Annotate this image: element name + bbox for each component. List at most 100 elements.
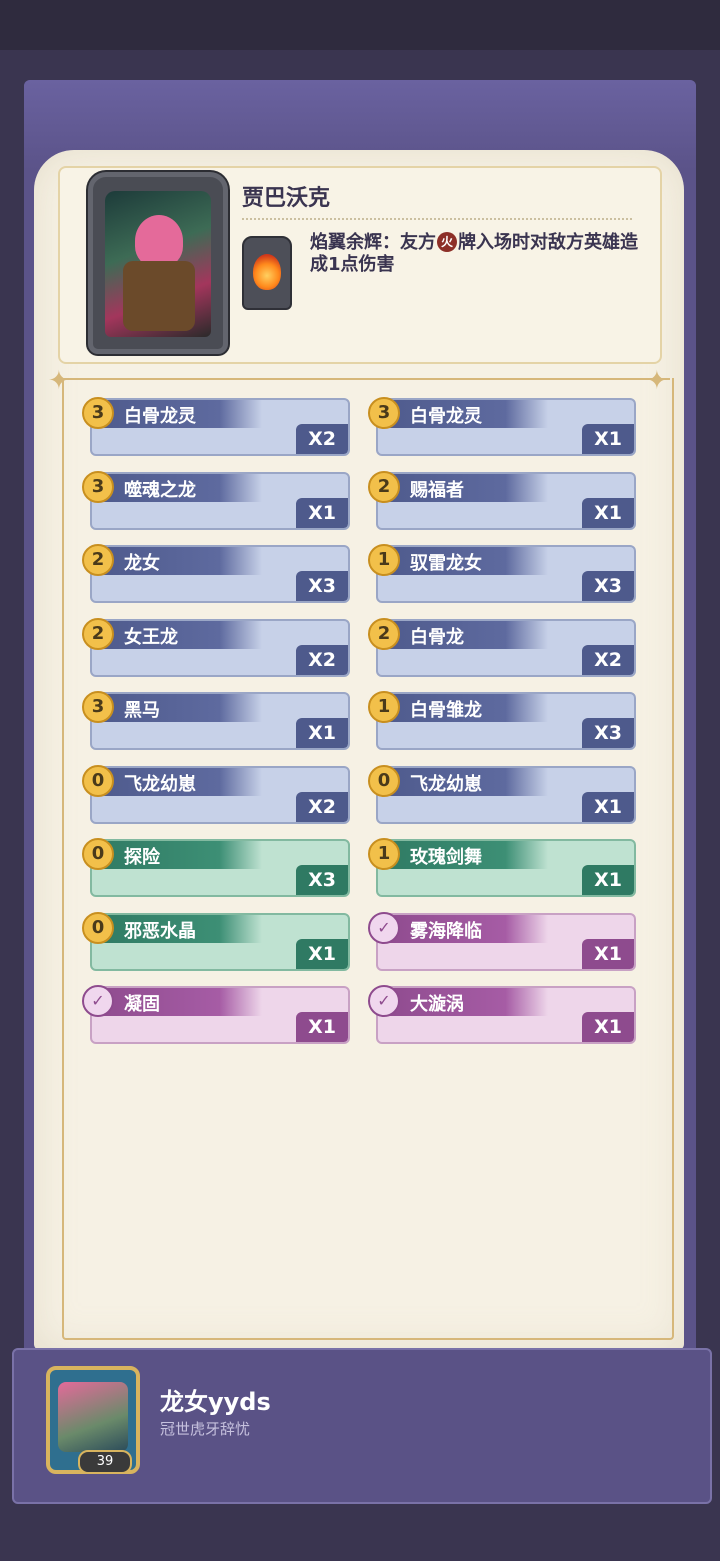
card-quantity: X2 [296,424,348,454]
card-name: 噬魂之龙 [124,480,196,501]
card-cost: 1 [368,691,400,723]
card-art [192,547,312,601]
card-quantity: X1 [296,718,348,748]
hero-portrait[interactable] [88,172,228,354]
card-art [192,400,312,454]
deck-card[interactable]: 玫瑰剑舞 X1 [376,839,636,897]
card-cost: 0 [82,912,114,944]
card-quantity: X1 [296,939,348,969]
card-art [478,621,598,675]
card-name: 白骨龙灵 [410,406,482,427]
card-cost: 3 [82,471,114,503]
deck-card[interactable]: 邪恶水晶 X1 [90,913,350,971]
card-quantity: X1 [296,1012,348,1042]
deck-card[interactable]: 噬魂之龙 X1 [90,472,350,530]
star-icon: ✦ [48,366,70,396]
card-art [192,474,312,528]
card-cost: 0 [82,765,114,797]
level-badge: 39 [78,1450,132,1474]
card-cost: 0 [82,838,114,870]
deck-card[interactable]: 飞龙幼崽 X2 [90,766,350,824]
card-art [478,988,598,1042]
card-name: 龙女 [124,553,160,574]
card-name: 玫瑰剑舞 [410,847,482,868]
spell-cost-icon: ✓ [82,985,114,1017]
card-name: 飞龙幼崽 [124,774,196,795]
card-name: 赐福者 [410,480,464,501]
hero-portrait-art [105,191,211,337]
card-cost: 2 [82,618,114,650]
card-quantity: X3 [582,718,634,748]
deck-card[interactable]: 白骨龙 X2 [376,619,636,677]
spell-cost-icon: ✓ [368,985,400,1017]
skill-icon[interactable] [242,236,292,310]
skill-text-prefix: 焰翼余辉：友方 [310,232,436,253]
card-cost: 3 [368,397,400,429]
deck-card[interactable]: 雾海降临 X1 [376,913,636,971]
deck-card[interactable]: 黑马 X1 [90,692,350,750]
player-name: 龙女yyds [160,1388,271,1416]
card-name: 白骨雏龙 [410,700,482,721]
card-quantity: X1 [582,1012,634,1042]
fire-element-icon: 火 [437,232,457,252]
star-icon: ✦ [646,366,668,396]
deck-card[interactable]: 白骨雏龙 X3 [376,692,636,750]
card-art [478,841,598,895]
deck-card[interactable]: 龙女 X3 [90,545,350,603]
deck-card[interactable]: 赐福者 X1 [376,472,636,530]
card-name: 飞龙幼崽 [410,774,482,795]
card-quantity: X2 [582,645,634,675]
card-quantity: X1 [582,939,634,969]
card-art [192,988,312,1042]
hero-divider [242,218,632,220]
hero-name: 贾巴沃克 [242,186,331,211]
card-name: 大漩涡 [410,994,464,1015]
deck-card[interactable]: 女王龙 X2 [90,619,350,677]
card-art [192,841,312,895]
card-art [478,474,598,528]
card-name: 女王龙 [124,627,178,648]
card-name: 雾海降临 [410,921,482,942]
card-art [192,621,312,675]
card-name: 探险 [124,847,160,868]
deck-card[interactable]: 飞龙幼崽 X1 [376,766,636,824]
skill-description: 焰翼余辉：友方火牌入场时对敌方英雄造成1点伤害 [310,232,650,276]
card-name: 白骨龙 [410,627,464,648]
card-quantity: X1 [582,792,634,822]
deck-card[interactable]: 白骨龙灵 X2 [90,398,350,456]
card-quantity: X2 [296,645,348,675]
deck-card[interactable]: 凝固 X1 [90,986,350,1044]
card-art [478,547,598,601]
card-cost: 2 [82,544,114,576]
card-cost: 1 [368,544,400,576]
avatar-art [58,1382,128,1452]
card-art [192,768,312,822]
card-quantity: X1 [582,865,634,895]
card-name: 凝固 [124,994,160,1015]
deck-card[interactable]: 驭雷龙女 X3 [376,545,636,603]
card-art [478,768,598,822]
card-name: 白骨龙灵 [124,406,196,427]
card-name: 邪恶水晶 [124,921,196,942]
card-art [478,915,598,969]
card-quantity: X2 [296,792,348,822]
card-quantity: X3 [296,571,348,601]
card-cost: 3 [82,397,114,429]
card-cost: 0 [368,765,400,797]
card-cost: 2 [368,618,400,650]
card-art [478,694,598,748]
deck-card[interactable]: 白骨龙灵 X1 [376,398,636,456]
card-quantity: X1 [296,498,348,528]
spell-cost-icon: ✓ [368,912,400,944]
player-title: 冠世虎牙辞忧 [160,1420,251,1438]
card-quantity: X1 [582,424,634,454]
deck-card[interactable]: 探险 X3 [90,839,350,897]
hero-armor [123,261,195,331]
card-cost: 2 [368,471,400,503]
card-quantity: X1 [582,498,634,528]
card-art [192,694,312,748]
card-cost: 3 [82,691,114,723]
top-bar [0,0,720,50]
card-cost: 1 [368,838,400,870]
deck-card[interactable]: 大漩涡 X1 [376,986,636,1044]
